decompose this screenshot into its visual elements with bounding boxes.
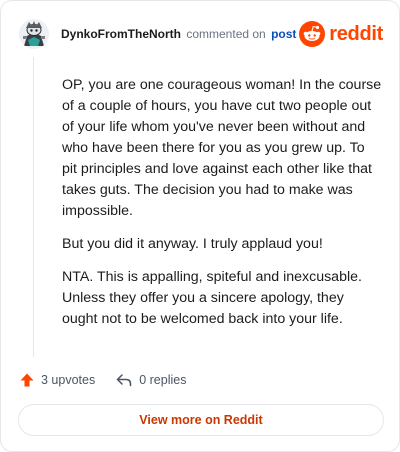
reply-count: 0 replies xyxy=(139,373,187,387)
comment-paragraph: NTA. This is appalling, spiteful and ine… xyxy=(62,269,362,327)
reply-arrow-icon xyxy=(116,374,132,387)
avatar[interactable] xyxy=(19,19,49,49)
reddit-brand[interactable]: reddit xyxy=(299,19,383,49)
byline: DynkoFromTheNorth commented on post xyxy=(61,27,296,41)
comment-body: OP, you are one courageous woman! In the… xyxy=(62,75,382,342)
upvote-button[interactable]: 3 upvotes xyxy=(19,372,95,388)
comment-header: DynkoFromTheNorth commented on post redd… xyxy=(19,17,383,53)
reddit-wordmark: reddit xyxy=(329,22,383,45)
upvote-count: 3 upvotes xyxy=(41,373,96,387)
commented-on-text: commented on xyxy=(186,27,266,41)
comment-paragraph: But you did it anyway. I truly applaud y… xyxy=(62,236,323,252)
username-link[interactable]: DynkoFromTheNorth xyxy=(61,27,181,41)
snoo-avatar-icon xyxy=(19,19,49,49)
comment-embed-card: DynkoFromTheNorth commented on post redd… xyxy=(0,0,400,452)
thread-line xyxy=(33,57,34,357)
view-more-on-reddit-button[interactable]: View more on Reddit xyxy=(18,404,384,436)
reddit-snoo-logo-icon xyxy=(299,21,326,47)
comment-paragraph: OP, you are one courageous woman! In the… xyxy=(62,77,382,219)
upvote-arrow-icon xyxy=(20,373,34,387)
reply-button[interactable]: 0 replies xyxy=(115,372,186,388)
post-link[interactable]: post xyxy=(271,27,296,41)
comment-actions: 3 upvotes 0 replies xyxy=(19,369,186,391)
